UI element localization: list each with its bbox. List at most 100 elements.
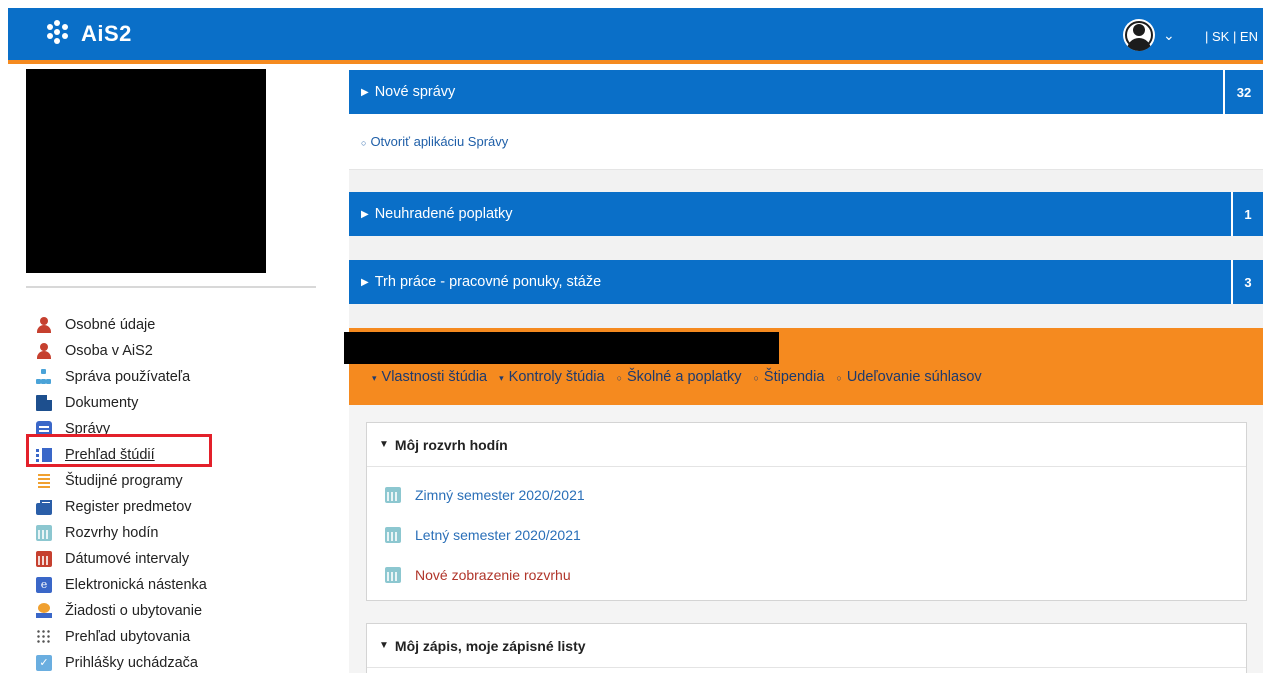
app-logo[interactable]: AiS2 [45,20,132,48]
sidebar-item-label: Rozvrhy hodín [65,525,159,541]
sidebar-item-label: Študijné programy [65,473,183,489]
schedule-card-header[interactable]: ▼ Môj rozvrh hodín [367,423,1246,467]
accommodation-icon [36,603,52,619]
sidebar-item-label: Správa používateľa [65,369,191,385]
enrollment-card-header[interactable]: ▼ Môj zápis, moje zápisné listy [367,624,1246,668]
study-links: ▾ Vlastnosti štúdia ▾ Kontroly štúdia ○ Ško… [372,369,994,385]
document-icon [36,395,52,411]
org-chart-icon [36,369,52,385]
study-link-kontroly[interactable]: ▾ Kontroly štúdia [499,369,604,385]
link-label: Udeľovanie súhlasov [846,369,982,385]
circle-bullet-icon: ○ [753,373,759,383]
sidebar-item-prihlasky-uchadzaca[interactable]: ✓ Prihlášky uchádzača [36,650,207,673]
person-icon [36,343,52,359]
count-badge: 1 [1231,192,1263,236]
sidebar-item-elektronicka-nastenka[interactable]: e Elektronická nástenka [36,572,207,598]
link-label: Štipendia [763,369,825,385]
list-icon [36,473,52,489]
caret-down-icon: ▾ [372,373,377,383]
schedule-link-summer[interactable]: Letný semester 2020/2021 [367,515,1246,555]
sidebar-divider [26,286,316,288]
spacer [349,304,1263,328]
top-bar-accent-line [8,60,1263,64]
spacer [349,170,1263,192]
schedule-link-new-view[interactable]: Nové zobrazenie rozvrhu [367,555,1246,595]
sidebar-menu: Osobné údaje Osoba v AiS2 Správa používa… [36,312,207,673]
spacer [349,236,1263,260]
chevron-down-icon[interactable]: ⌄ [1163,27,1175,44]
user-photo-redacted [26,69,266,273]
user-avatar-icon[interactable] [1123,19,1155,51]
panel-nove-spravy[interactable]: ▶ Nové správy 32 [349,70,1263,114]
sidebar-item-label: Dátumové intervaly [65,551,190,567]
study-link-suhlasy[interactable]: ○ Udeľovanie súhlasov [836,369,981,385]
briefcase-icon [36,499,52,515]
caret-down-icon: ▾ [499,373,504,383]
sidebar-item-prehlad-ubytovania[interactable]: Prehľad ubytovania [36,624,207,650]
enrollment-card: ▼ Môj zápis, moje zápisné listy [366,623,1247,673]
grid-icon [36,629,52,645]
study-link-stipendia[interactable]: ○ Štipendia [753,369,824,385]
logo-dots-icon [45,20,73,48]
user-menu[interactable]: ⌄ [1123,19,1175,51]
circle-bullet-icon: ○ [616,373,623,383]
app-name: AiS2 [81,21,132,46]
schedule-link-winter[interactable]: Zimný semester 2020/2021 [367,475,1246,515]
open-messages-link[interactable]: ○ Otvoriť aplikáciu Správy [361,134,508,149]
link-label: Zimný semester 2020/2021 [415,487,585,503]
link-label: Letný semester 2020/2021 [415,527,581,543]
link-label: Otvoriť aplikáciu Správy [370,134,509,149]
circle-bullet-icon: ○ [836,373,842,383]
caret-right-icon: ▶ [361,276,369,288]
count-badge: 32 [1223,70,1263,114]
sidebar-item-rozvrhy-hodin[interactable]: Rozvrhy hodín [36,520,207,546]
person-icon [36,317,52,333]
caret-right-icon: ▶ [361,86,369,98]
caret-down-icon: ▼ [379,439,389,450]
calendar-icon [385,487,401,503]
sidebar-item-datumove-intervaly[interactable]: Dátumové intervaly [36,546,207,572]
sidebar-item-osoba-v-ais2[interactable]: Osoba v AiS2 [36,338,207,364]
schedule-card: ▼ Môj rozvrh hodín Zimný semester 2020/2… [366,422,1247,601]
link-label: Vlastnosti štúdia [381,369,488,385]
count-badge: 3 [1231,260,1263,304]
sidebar-item-studijne-programy[interactable]: Študijné programy [36,468,207,494]
link-label: Školné a poplatky [627,369,742,385]
calendar-icon [385,527,401,543]
sidebar-item-label: Prehľad ubytovania [65,629,191,645]
sidebar-item-label: Osobné údaje [65,317,156,333]
calendar-icon [36,551,52,567]
sidebar-item-label: Osoba v AiS2 [65,343,153,359]
caret-right-icon: ▶ [361,208,369,220]
calendar-icon [385,567,401,583]
sidebar-item-label: Elektronická nástenka [65,577,207,593]
sidebar-item-dokumenty[interactable]: Dokumenty [36,390,207,416]
panel-title: Nové správy [374,84,456,100]
circle-bullet-icon: ○ [361,138,367,148]
card-title: Môj zápis, moje zápisné listy [394,637,586,654]
sidebar-item-sprava-pouzivatela[interactable]: Správa používateľa [36,364,207,390]
study-title-redacted [344,332,779,364]
highlight-annotation-box [26,434,212,467]
sidebar-item-register-predmetov[interactable]: Register predmetov [36,494,207,520]
checkbox-icon: ✓ [36,655,52,671]
link-label: Kontroly štúdia [508,369,605,385]
caret-down-icon: ▼ [379,640,389,651]
language-switcher[interactable]: | SK | EN [1205,29,1258,44]
top-bar [8,8,1263,60]
sidebar-item-label: Žiadosti o ubytovanie [65,603,203,619]
panel-title: Neuhradené poplatky [374,206,513,222]
e-board-icon: e [36,577,52,593]
sidebar-item-label: Prihlášky uchádzača [65,655,198,671]
panel-title: Trh práce - pracovné ponuky, stáže [374,274,602,290]
calendar-icon [36,525,52,541]
sidebar-item-ziadosti-o-ubytovanie[interactable]: Žiadosti o ubytovanie [36,598,207,624]
study-link-vlastnosti[interactable]: ▾ Vlastnosti štúdia [372,369,487,385]
sidebar-item-label: Dokumenty [65,395,139,411]
panel-trh-prace[interactable]: ▶ Trh práce - pracovné ponuky, stáže 3 [349,260,1263,304]
link-label: Nové zobrazenie rozvrhu [415,567,571,583]
panel-neuhradene-poplatky[interactable]: ▶ Neuhradené poplatky 1 [349,192,1263,236]
study-link-skolne[interactable]: ○ Školné a poplatky [617,369,742,385]
sidebar-item-osobne-udaje[interactable]: Osobné údaje [36,312,207,338]
card-title: Môj rozvrh hodín [394,436,508,453]
